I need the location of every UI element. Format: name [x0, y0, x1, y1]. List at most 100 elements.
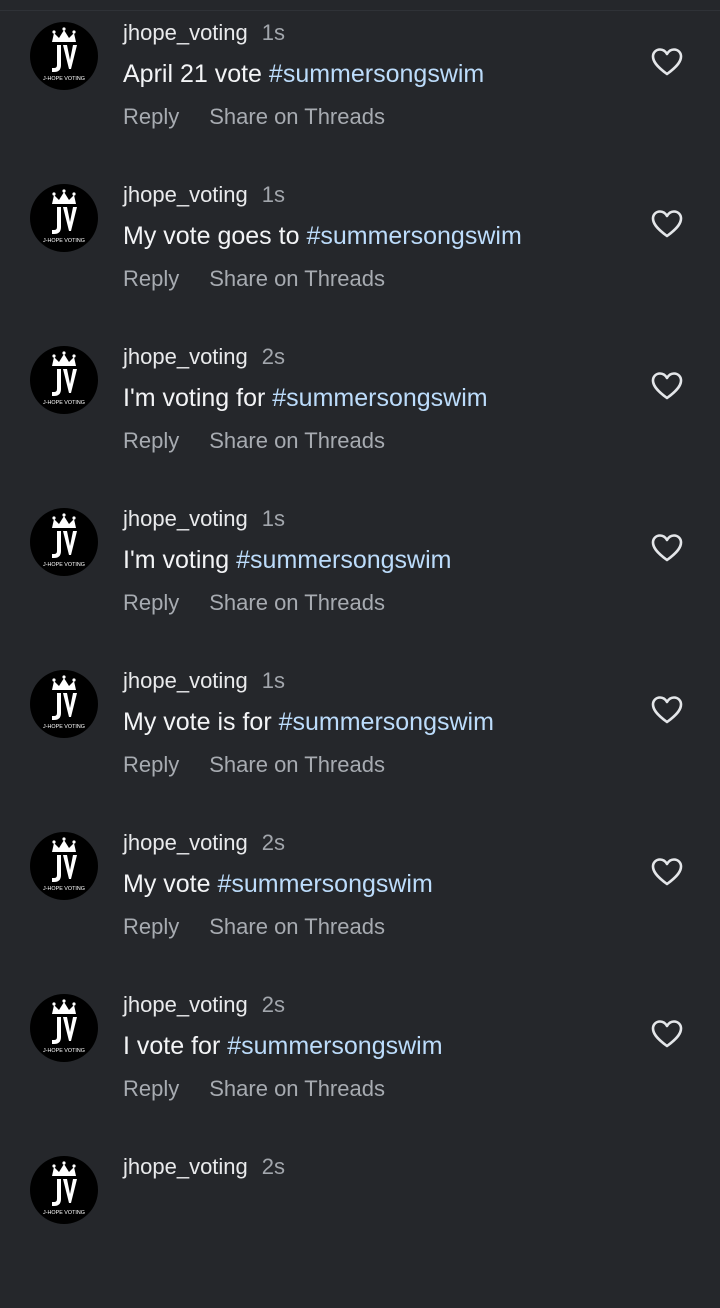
comment-username[interactable]: jhope_voting	[123, 992, 248, 1018]
comment-message: My vote is for	[123, 708, 279, 736]
comment-message: I vote for	[123, 1032, 228, 1060]
share-on-threads-button[interactable]: Share on Threads	[209, 266, 385, 292]
like-button[interactable]	[650, 694, 684, 726]
comment-message: I'm voting	[123, 546, 237, 574]
share-on-threads-button[interactable]: Share on Threads	[209, 1076, 385, 1102]
like-button[interactable]	[650, 46, 684, 78]
comment-timestamp: 1s	[261, 182, 286, 207]
comment-actions: Reply Share on Threads	[123, 1076, 385, 1102]
comment-item: J-HOPE VOTING jhope_voting 2s I'm voting…	[0, 336, 720, 498]
share-on-threads-button[interactable]: Share on Threads	[209, 752, 385, 778]
avatar[interactable]: J-HOPE VOTING	[30, 670, 98, 738]
like-button[interactable]	[650, 208, 684, 240]
logo-text: J-HOPE VOTING	[43, 400, 85, 406]
comment-timestamp: 2s	[261, 344, 286, 369]
comment-text: April 21 vote #summersongswim	[123, 60, 484, 89]
like-button[interactable]	[650, 532, 684, 564]
avatar[interactable]: J-HOPE VOTING	[30, 346, 98, 414]
comment-item: J-HOPE VOTING jhope_voting 2s My vote #s…	[0, 822, 720, 984]
crown-logo-icon: J-HOPE VOTING	[43, 351, 85, 406]
crown-logo-icon: J-HOPE VOTING	[43, 837, 85, 892]
comment-hashtag[interactable]: #summersongswim	[236, 546, 451, 574]
logo-text: J-HOPE VOTING	[43, 238, 85, 244]
comment-list: J-HOPE VOTING jhope_voting 1s April 21 v…	[0, 12, 720, 1308]
comment-actions: Reply Share on Threads	[123, 428, 385, 454]
heart-outline-icon	[651, 1020, 683, 1048]
like-button[interactable]	[650, 1018, 684, 1050]
comment-timestamp: 2s	[261, 830, 286, 855]
comment-username[interactable]: jhope_voting	[123, 1154, 248, 1180]
comment-hashtag[interactable]: #summersongswim	[279, 708, 494, 736]
comment-username[interactable]: jhope_voting	[123, 668, 248, 694]
crown-logo-icon: J-HOPE VOTING	[43, 513, 85, 568]
crown-logo-icon: J-HOPE VOTING	[43, 189, 85, 244]
reply-button[interactable]: Reply	[123, 266, 179, 292]
reply-button[interactable]: Reply	[123, 428, 179, 454]
comment-text: My vote goes to #summersongswim	[123, 222, 522, 251]
comment-header: jhope_voting 1s	[123, 506, 285, 534]
comment-timestamp: 2s	[261, 992, 286, 1017]
comment-timestamp: 1s	[261, 668, 286, 693]
comment-item: J-HOPE VOTING jhope_voting 2s I vote for…	[0, 984, 720, 1146]
logo-text: J-HOPE VOTING	[43, 76, 85, 82]
reply-button[interactable]: Reply	[123, 1076, 179, 1102]
avatar[interactable]: J-HOPE VOTING	[30, 1156, 98, 1224]
comment-item: J-HOPE VOTING jhope_voting 1s April 21 v…	[0, 12, 720, 174]
avatar[interactable]: J-HOPE VOTING	[30, 184, 98, 252]
comment-hashtag[interactable]: #summersongswim	[306, 222, 521, 250]
comment-text: My vote is for #summersongswim	[123, 708, 494, 737]
top-divider	[0, 0, 720, 11]
logo-text: J-HOPE VOTING	[43, 886, 85, 892]
comment-actions: Reply Share on Threads	[123, 590, 385, 616]
reply-button[interactable]: Reply	[123, 752, 179, 778]
avatar[interactable]: J-HOPE VOTING	[30, 832, 98, 900]
comment-username[interactable]: jhope_voting	[123, 344, 248, 370]
comment-hashtag[interactable]: #summersongswim	[269, 60, 484, 88]
logo-text: J-HOPE VOTING	[43, 562, 85, 568]
comment-hashtag[interactable]: #summersongswim	[217, 870, 432, 898]
comment-timestamp: 1s	[261, 20, 286, 45]
crown-logo-icon: J-HOPE VOTING	[43, 27, 85, 82]
comment-message: My vote	[123, 870, 218, 898]
comment-actions: Reply Share on Threads	[123, 266, 385, 292]
crown-logo-icon: J-HOPE VOTING	[43, 999, 85, 1054]
comment-actions: Reply Share on Threads	[123, 104, 385, 130]
comment-message: April 21 vote	[123, 60, 269, 88]
heart-outline-icon	[651, 48, 683, 76]
comment-text: I'm voting #summersongswim	[123, 546, 452, 575]
avatar[interactable]: J-HOPE VOTING	[30, 508, 98, 576]
comment-username[interactable]: jhope_voting	[123, 506, 248, 532]
comment-username[interactable]: jhope_voting	[123, 830, 248, 856]
avatar[interactable]: J-HOPE VOTING	[30, 22, 98, 90]
reply-button[interactable]: Reply	[123, 590, 179, 616]
comment-actions: Reply Share on Threads	[123, 914, 385, 940]
comment-message: I'm voting for	[123, 384, 273, 412]
comment-header: jhope_voting 1s	[123, 182, 285, 210]
logo-text: J-HOPE VOTING	[43, 724, 85, 730]
reply-button[interactable]: Reply	[123, 914, 179, 940]
comment-header: jhope_voting 2s	[123, 830, 285, 858]
share-on-threads-button[interactable]: Share on Threads	[209, 104, 385, 130]
comment-header: jhope_voting 1s	[123, 20, 285, 48]
comment-hashtag[interactable]: #summersongswim	[227, 1032, 442, 1060]
heart-outline-icon	[651, 210, 683, 238]
comment-hashtag[interactable]: #summersongswim	[272, 384, 487, 412]
comment-text: I vote for #summersongswim	[123, 1032, 443, 1061]
comment-item: J-HOPE VOTING jhope_voting 2s	[0, 1146, 720, 1308]
logo-text: J-HOPE VOTING	[43, 1048, 85, 1054]
share-on-threads-button[interactable]: Share on Threads	[209, 428, 385, 454]
reply-button[interactable]: Reply	[123, 104, 179, 130]
like-button[interactable]	[650, 370, 684, 402]
comment-actions: Reply Share on Threads	[123, 752, 385, 778]
comment-item: J-HOPE VOTING jhope_voting 1s I'm voting…	[0, 498, 720, 660]
comment-text: I'm voting for #summersongswim	[123, 384, 488, 413]
comment-header: jhope_voting 1s	[123, 668, 285, 696]
share-on-threads-button[interactable]: Share on Threads	[209, 590, 385, 616]
comment-item: J-HOPE VOTING jhope_voting 1s My vote is…	[0, 660, 720, 822]
heart-outline-icon	[651, 534, 683, 562]
like-button[interactable]	[650, 856, 684, 888]
comment-username[interactable]: jhope_voting	[123, 182, 248, 208]
avatar[interactable]: J-HOPE VOTING	[30, 994, 98, 1062]
comment-username[interactable]: jhope_voting	[123, 20, 248, 46]
share-on-threads-button[interactable]: Share on Threads	[209, 914, 385, 940]
